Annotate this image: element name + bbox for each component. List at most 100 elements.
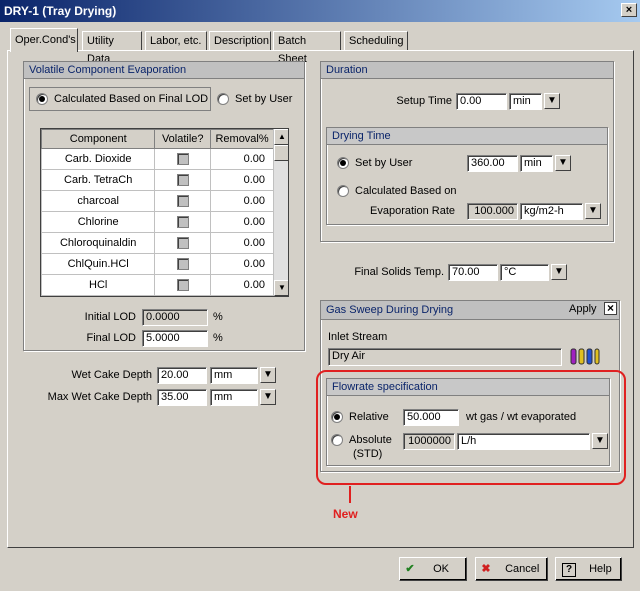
close-icon[interactable]: × <box>621 3 637 17</box>
component-name: HCl <box>41 274 156 296</box>
component-name: charcoal <box>41 190 156 212</box>
component-name: Chlorine <box>41 211 156 233</box>
tab-batch-sheet[interactable]: Batch Sheet <box>273 31 341 65</box>
volatile-group-title: Volatile Component Evaporation <box>24 62 304 79</box>
final-temp-dropdown-icon[interactable]: ▼ <box>551 264 567 280</box>
check-icon: ✔ <box>405 563 415 575</box>
drying-set-user-label: Set by User <box>355 157 413 169</box>
radio-drying-calc[interactable] <box>337 185 349 197</box>
radio-drying-set-user[interactable] <box>337 157 349 169</box>
volatile-checkbox[interactable] <box>176 237 189 250</box>
new-pointer-line <box>349 486 351 503</box>
volatile-cell <box>154 232 212 254</box>
radio-set-user[interactable] <box>217 93 229 105</box>
initial-lod-unit: % <box>213 311 223 323</box>
cancel-label: Cancel <box>505 563 540 575</box>
tab-oper-conds[interactable]: Oper.Cond's <box>10 28 78 52</box>
table-row[interactable]: Carb. TetraCh 0.00 <box>41 169 274 191</box>
scroll-down-icon[interactable]: ▼ <box>274 280 288 296</box>
streams-icon[interactable] <box>570 348 600 365</box>
cancel-icon: ✖ <box>481 563 491 575</box>
volatile-cell <box>154 169 212 191</box>
component-name: Carb. Dioxide <box>41 148 156 170</box>
help-button[interactable]: ? Help <box>555 557 622 581</box>
help-label: Help <box>589 563 612 575</box>
final-temp-label: Final Solids Temp. <box>354 266 444 278</box>
evap-rate-dropdown-icon[interactable]: ▼ <box>585 203 601 219</box>
table-scrollbar[interactable]: ▲ ▼ <box>273 129 288 296</box>
max-cake-label: Max Wet Cake Depth <box>47 391 152 403</box>
setup-time-field[interactable]: 0.00 <box>456 93 507 110</box>
drying-calc-label: Calculated Based on <box>355 185 457 197</box>
setup-time-label: Setup Time <box>396 95 452 107</box>
apply-checkbox[interactable]: × <box>604 302 617 315</box>
evap-rate-label: Evaporation Rate <box>370 205 455 217</box>
inlet-stream-field: Dry Air <box>328 348 562 366</box>
scroll-up-icon[interactable]: ▲ <box>274 129 288 145</box>
table-row[interactable]: Chlorine 0.00 <box>41 211 274 233</box>
tab-scheduling[interactable]: Scheduling <box>344 31 408 51</box>
volatile-checkbox[interactable] <box>176 216 189 229</box>
volatile-cell <box>154 211 212 233</box>
removal-value[interactable]: 0.00 <box>210 253 274 275</box>
tab-description[interactable]: Description <box>209 31 271 51</box>
volatile-checkbox[interactable] <box>176 258 189 271</box>
set-user-label: Set by User <box>235 93 293 105</box>
drying-time-title: Drying Time <box>327 128 607 145</box>
drying-time-field[interactable]: 360.00 <box>467 155 518 172</box>
table-row[interactable]: ChlQuin.HCl 0.00 <box>41 253 274 275</box>
volatile-cell <box>154 148 212 170</box>
wet-cake-unit[interactable]: mm <box>210 367 258 384</box>
final-temp-unit[interactable]: °C <box>500 264 549 281</box>
ok-button[interactable]: ✔ OK <box>399 557 467 581</box>
removal-value[interactable]: 0.00 <box>210 232 274 254</box>
scroll-thumb[interactable] <box>274 145 288 161</box>
col-component: Component <box>41 129 156 149</box>
volatile-cell <box>154 274 212 296</box>
radio-calc-lod[interactable] <box>36 93 48 105</box>
volatile-checkbox[interactable] <box>176 153 189 166</box>
table-row[interactable]: Chloroquinaldin 0.00 <box>41 232 274 254</box>
tab-utility-data[interactable]: Utility Data <box>82 31 142 65</box>
table-row[interactable]: Carb. Dioxide 0.00 <box>41 148 274 170</box>
help-icon: ? <box>562 563 576 577</box>
setup-time-unit[interactable]: min <box>509 93 542 110</box>
table-row[interactable]: charcoal 0.00 <box>41 190 274 212</box>
component-name: Carb. TetraCh <box>41 169 156 191</box>
ok-label: OK <box>433 563 449 575</box>
new-annotation: New <box>333 507 358 521</box>
component-name: Chloroquinaldin <box>41 232 156 254</box>
volatile-checkbox[interactable] <box>176 174 189 187</box>
new-highlight-box <box>316 370 626 485</box>
final-temp-field[interactable]: 70.00 <box>448 264 498 281</box>
wet-cake-dropdown-icon[interactable]: ▼ <box>260 367 276 383</box>
wet-cake-label: Wet Cake Depth <box>71 369 152 381</box>
window-title: DRY-1 (Tray Drying) <box>0 0 640 22</box>
drying-time-dropdown-icon[interactable]: ▼ <box>555 155 571 171</box>
final-lod-field[interactable]: 5.0000 <box>142 330 208 347</box>
evap-rate-field: 100.000 <box>467 203 518 220</box>
removal-value[interactable]: 0.00 <box>210 148 274 170</box>
removal-value[interactable]: 0.00 <box>210 274 274 296</box>
removal-value[interactable]: 0.00 <box>210 169 274 191</box>
max-cake-field[interactable]: 35.00 <box>157 389 207 406</box>
max-cake-dropdown-icon[interactable]: ▼ <box>260 389 276 405</box>
col-volatile: Volatile? <box>154 129 212 149</box>
setup-time-dropdown-icon[interactable]: ▼ <box>544 93 560 109</box>
removal-value[interactable]: 0.00 <box>210 211 274 233</box>
initial-lod-field: 0.0000 <box>142 309 208 326</box>
volatile-checkbox[interactable] <box>176 279 189 292</box>
volatile-cell <box>154 190 212 212</box>
tab-labor[interactable]: Labor, etc. <box>145 31 207 51</box>
max-cake-unit[interactable]: mm <box>210 389 258 406</box>
cancel-button[interactable]: ✖ Cancel <box>475 557 548 581</box>
drying-time-unit[interactable]: min <box>520 155 553 172</box>
removal-value[interactable]: 0.00 <box>210 190 274 212</box>
final-lod-label: Final LOD <box>86 332 136 344</box>
inlet-stream-label: Inlet Stream <box>328 331 388 343</box>
wet-cake-field[interactable]: 20.00 <box>157 367 207 384</box>
table-row[interactable]: HCl 0.00 <box>41 274 274 296</box>
col-removal: Removal% <box>210 129 274 149</box>
volatile-checkbox[interactable] <box>176 195 189 208</box>
evap-rate-unit[interactable]: kg/m2-h <box>520 203 583 220</box>
